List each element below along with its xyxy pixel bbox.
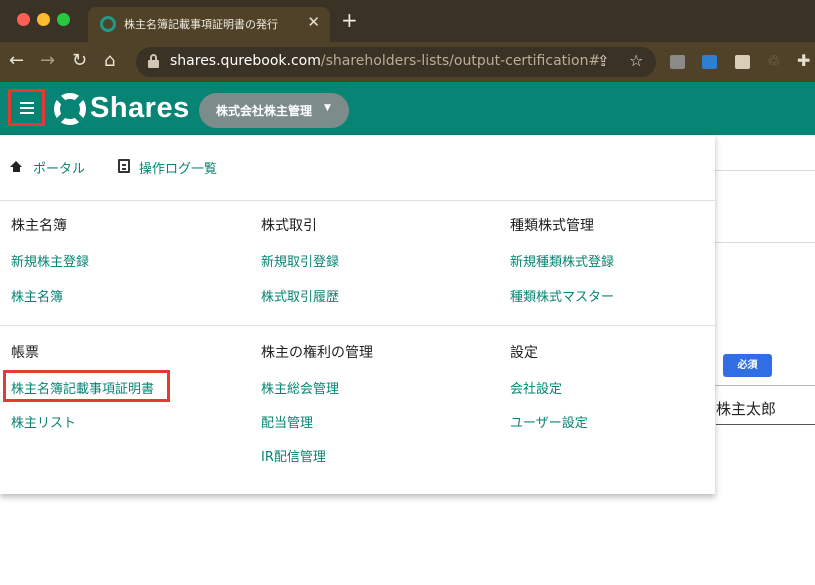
browser-toolbar: ← → ↻ ⌂ shares.qurebook.com/shareholders… — [0, 42, 815, 82]
url-path: /shareholders-lists/output-certification… — [320, 53, 601, 69]
bg-divider — [715, 385, 815, 386]
bookmark-star-icon[interactable]: ☆ — [629, 51, 643, 70]
minimize-window-button[interactable] — [37, 13, 50, 26]
share-icon[interactable]: ⇪ — [597, 52, 610, 70]
extensions-puzzle-icon[interactable]: ✚ — [797, 51, 810, 70]
browser-tab-bar: 株主名簿記載事項証明書の発行 ✕ + — [0, 0, 815, 42]
company-name: 株式会社株主管理 — [216, 104, 313, 118]
menu-link-new-shareholder[interactable]: 新規株主登録 — [11, 251, 89, 270]
home-icon — [10, 161, 23, 172]
shares-logo-icon — [54, 93, 86, 125]
required-badge: 必須 — [723, 354, 772, 377]
log-icon — [118, 159, 130, 173]
menu-link-ir-delivery[interactable]: IR配信管理 — [261, 446, 326, 465]
back-arrow-icon[interactable]: ← — [9, 51, 24, 71]
site-favicon-icon — [100, 16, 116, 32]
menu-link-new-share-class[interactable]: 新規種類株式登録 — [510, 251, 614, 270]
shareholder-name-value[interactable]: 株主太郎 — [716, 398, 776, 419]
extension-folder-icon[interactable] — [702, 55, 717, 69]
bg-divider — [715, 242, 815, 243]
extension-recycle-icon[interactable]: ♲ — [767, 52, 780, 70]
name-field-underline — [716, 424, 815, 425]
app-logo-text: Shares — [90, 92, 190, 124]
menu-link-company-settings[interactable]: 会社設定 — [510, 378, 562, 397]
menu-link-share-class-master[interactable]: 種類株式マスター — [510, 286, 614, 305]
reload-icon[interactable]: ↻ — [72, 51, 87, 71]
menu-link-shareholder-report[interactable]: 株主リスト — [11, 412, 76, 431]
forward-arrow-icon[interactable]: → — [40, 51, 55, 71]
hamburger-icon — [20, 102, 34, 104]
section-heading-documents: 帳票 — [11, 345, 39, 361]
lock-icon[interactable] — [148, 54, 159, 68]
home-button-icon[interactable]: ⌂ — [104, 51, 115, 71]
close-window-button[interactable] — [17, 13, 30, 26]
tab-title: 株主名簿記載事項証明書の発行 — [124, 18, 278, 31]
extension-mail-icon[interactable] — [670, 55, 685, 69]
caret-down-icon: ▼ — [324, 103, 331, 113]
address-bar[interactable]: shares.qurebook.com/shareholders-lists/o… — [136, 47, 656, 77]
menu-link-dividends[interactable]: 配当管理 — [261, 412, 313, 431]
section-heading-settings: 設定 — [510, 345, 538, 361]
hamburger-menu-button[interactable] — [8, 89, 45, 126]
url-host: shares.qurebook.com — [170, 53, 321, 69]
portal-link[interactable]: ポータル — [33, 158, 85, 177]
browser-tab-active[interactable]: 株主名簿記載事項証明書の発行 ✕ — [88, 7, 330, 42]
section-heading-share-transactions: 株式取引 — [261, 218, 317, 234]
new-tab-button[interactable]: + — [341, 10, 358, 30]
menu-link-transaction-history[interactable]: 株式取引履歴 — [261, 286, 339, 305]
bg-divider — [715, 170, 815, 171]
section-heading-share-classes: 種類株式管理 — [510, 218, 594, 234]
tab-close-icon[interactable]: ✕ — [307, 13, 320, 31]
operation-log-link[interactable]: 操作ログ一覧 — [139, 158, 217, 177]
menu-link-user-settings[interactable]: ユーザー設定 — [510, 412, 588, 431]
menu-link-new-transaction[interactable]: 新規取引登録 — [261, 251, 339, 270]
navigation-menu-panel: ポータル 操作ログ一覧 株主名簿 新規株主登録 株主名簿 株式取引 新規取引登録… — [0, 135, 715, 494]
menu-divider — [0, 325, 715, 326]
extension-clipboard-icon[interactable] — [735, 55, 750, 69]
url-text[interactable]: shares.qurebook.com/shareholders-lists/o… — [170, 53, 600, 69]
section-heading-shareholder-list: 株主名簿 — [11, 218, 67, 234]
app-header: Shares 株式会社株主管理 ▼ — [0, 82, 815, 135]
highlight-annotation-box — [3, 370, 170, 402]
menu-link-shareholder-list[interactable]: 株主名簿 — [11, 286, 63, 305]
company-selector[interactable]: 株式会社株主管理 ▼ — [199, 93, 349, 128]
menu-divider — [0, 200, 715, 201]
section-heading-shareholder-rights: 株主の権利の管理 — [261, 345, 373, 361]
maximize-window-button[interactable] — [57, 13, 70, 26]
menu-link-general-meeting[interactable]: 株主総会管理 — [261, 378, 339, 397]
